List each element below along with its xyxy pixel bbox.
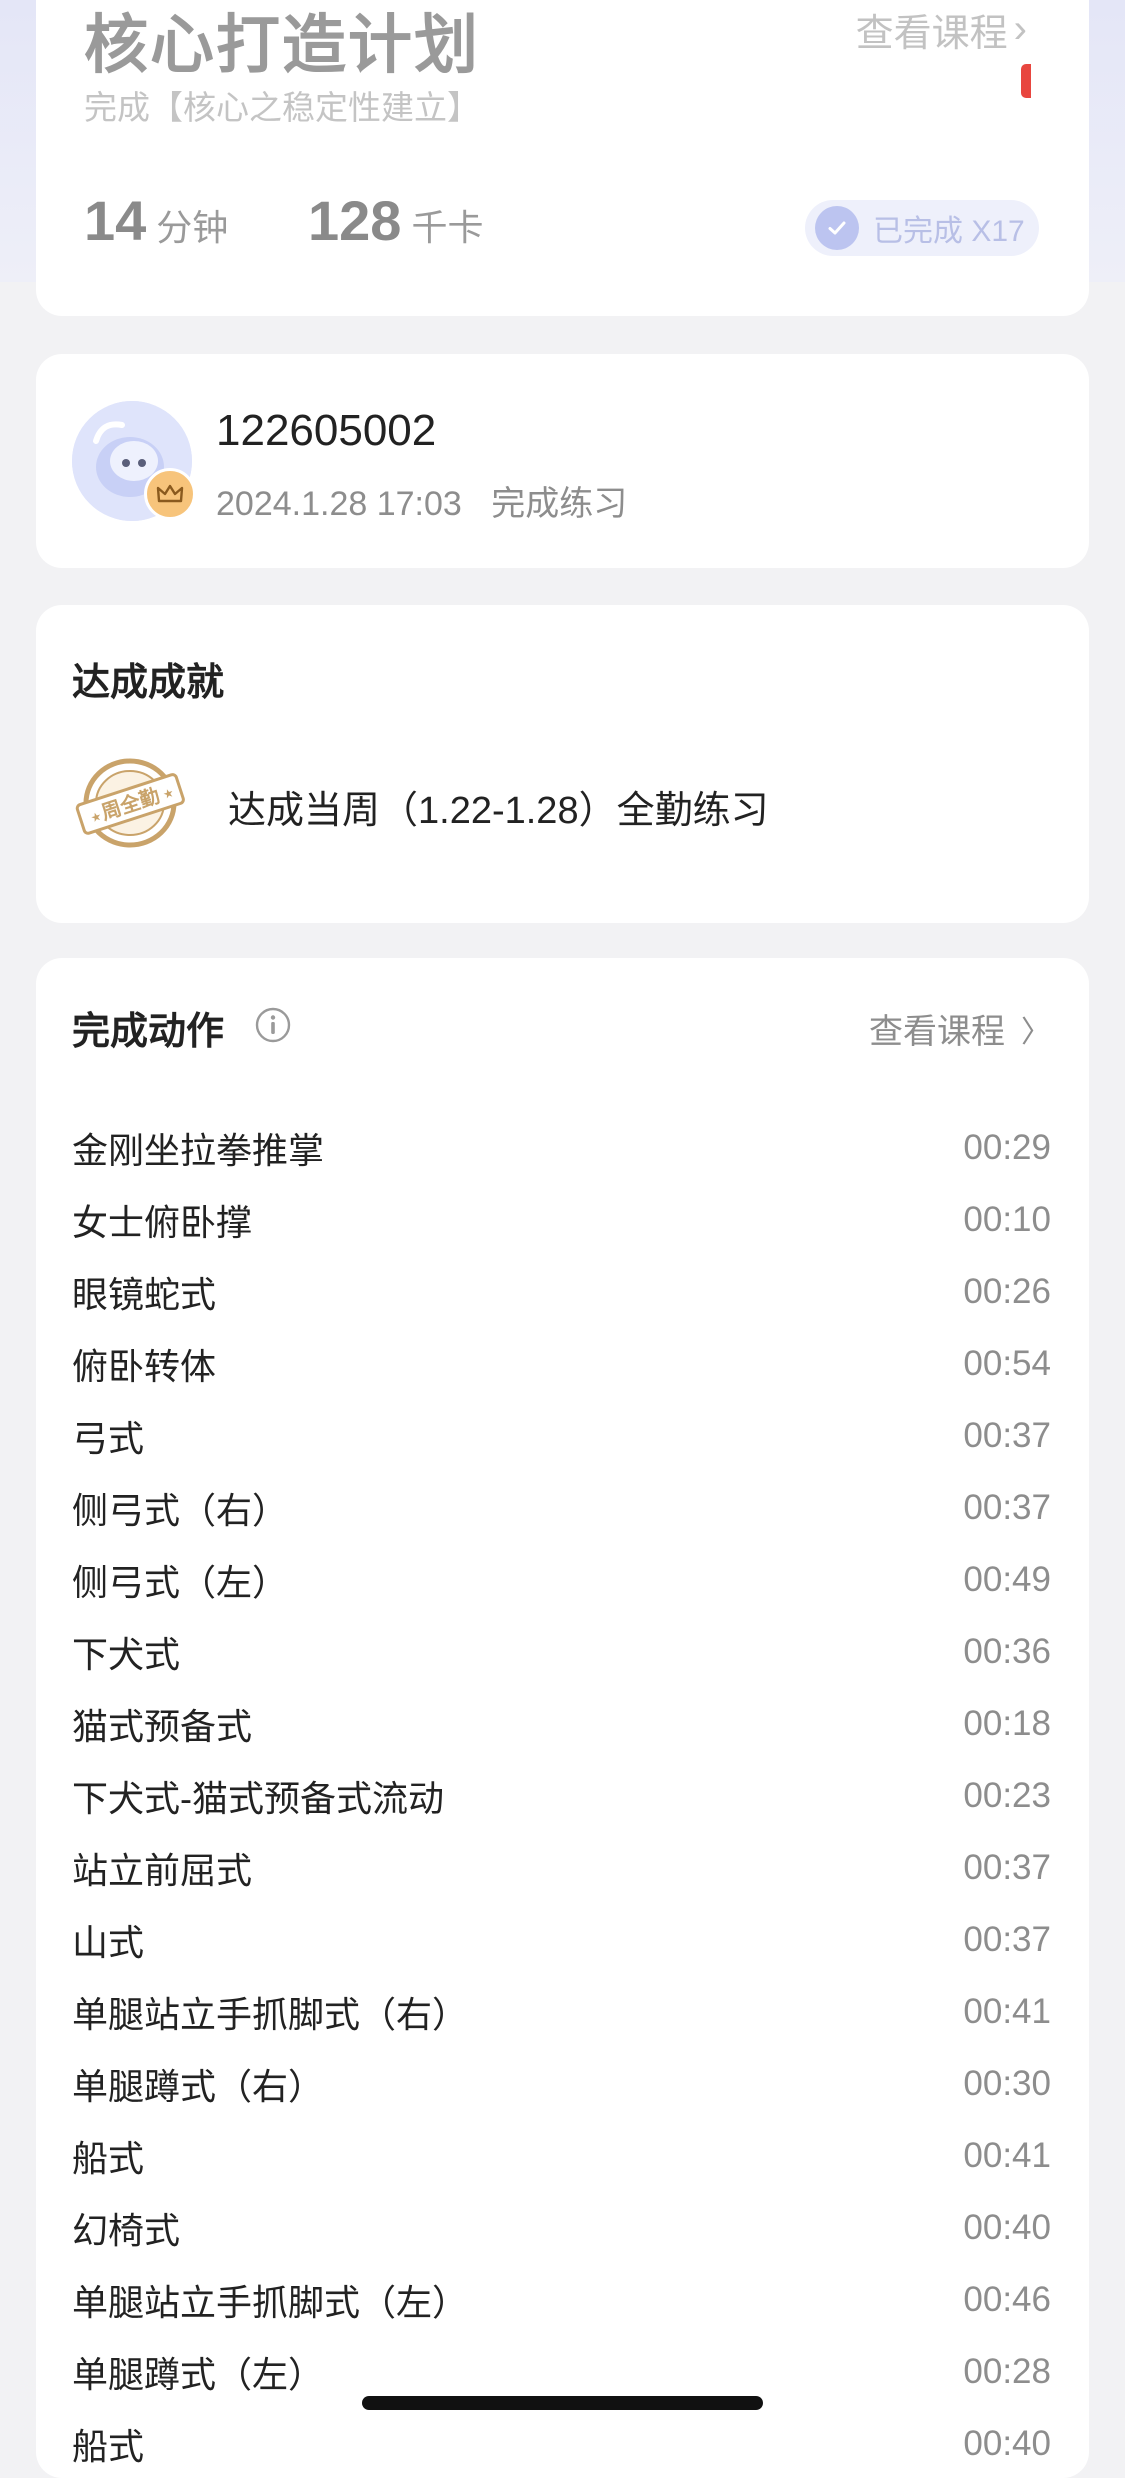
attendance-medal-icon: 周全勤 ★ ★ bbox=[72, 755, 188, 856]
action-row: 眼镜蛇式 00:26 bbox=[72, 1256, 1051, 1328]
action-row: 单腿站立手抓脚式（右） 00:41 bbox=[72, 1976, 1051, 2048]
completed-actions-card: 完成动作 查看课程 〉 金刚坐拉拳推掌 00:29 女士俯卧撑 00:10 眼镜蛇式 00… bbox=[36, 958, 1089, 2478]
action-row: 站立前屈式 00:37 bbox=[72, 1832, 1051, 1904]
chevron-right-icon: › bbox=[1013, 7, 1027, 51]
info-icon[interactable] bbox=[254, 1006, 292, 1049]
action-row: 猫式预备式 00:18 bbox=[72, 1688, 1051, 1760]
completed-badge-label: 已完成 X17 bbox=[873, 215, 1025, 248]
action-row: 金刚坐拉拳推掌 00:29 bbox=[72, 1112, 1051, 1184]
action-name: 侧弓式（右） bbox=[72, 1490, 289, 1531]
action-name: 眼镜蛇式 bbox=[72, 1274, 217, 1315]
achievement-card: 达成成就 周全勤 ★ ★ 达成当周（1.22-1.28）全勤练习 bbox=[36, 605, 1089, 923]
action-duration: 00:37 bbox=[963, 1920, 1051, 1959]
action-name: 女士俯卧撑 bbox=[72, 1202, 253, 1243]
action-name: 金刚坐拉拳推掌 bbox=[72, 1130, 325, 1171]
action-row: 山式 00:37 bbox=[72, 1904, 1051, 1976]
action-duration: 00:23 bbox=[963, 1776, 1051, 1815]
action-row: 下犬式-猫式预备式流动 00:23 bbox=[72, 1760, 1051, 1832]
action-duration: 00:46 bbox=[963, 2280, 1051, 2319]
action-duration: 00:49 bbox=[963, 1560, 1051, 1599]
action-name: 单腿站立手抓脚式（右） bbox=[72, 1994, 469, 2035]
action-row: 单腿蹲式（右） 00:30 bbox=[72, 2048, 1051, 2120]
actions-title: 完成动作 bbox=[72, 1011, 225, 1053]
completed-badge: 已完成 X17 bbox=[805, 200, 1039, 256]
action-duration: 00:10 bbox=[963, 1200, 1051, 1239]
action-name: 单腿站立手抓脚式（左） bbox=[72, 2282, 469, 2323]
action-row: 弓式 00:37 bbox=[72, 1400, 1051, 1472]
action-duration: 00:54 bbox=[963, 1344, 1051, 1383]
action-name: 下犬式-猫式预备式流动 bbox=[72, 1778, 444, 1819]
check-circle-icon bbox=[815, 206, 859, 250]
duration-stat: 14 分钟 bbox=[84, 188, 228, 253]
action-name: 猫式预备式 bbox=[72, 1706, 253, 1747]
action-row: 侧弓式（左） 00:49 bbox=[72, 1544, 1051, 1616]
action-row: 单腿站立手抓脚式（左） 00:46 bbox=[72, 2264, 1051, 2336]
action-name: 弓式 bbox=[72, 1418, 145, 1459]
calories-unit: 千卡 bbox=[411, 207, 484, 248]
action-duration: 00:37 bbox=[963, 1848, 1051, 1887]
action-name: 站立前屈式 bbox=[72, 1850, 253, 1891]
action-name: 单腿蹲式（左） bbox=[72, 2354, 325, 2395]
action-duration: 00:40 bbox=[963, 2208, 1051, 2247]
calories-value: 128 bbox=[308, 189, 402, 252]
action-row: 俯卧转体 00:54 bbox=[72, 1328, 1051, 1400]
user-id: 122605002 bbox=[216, 406, 437, 455]
action-duration: 00:37 bbox=[963, 1488, 1051, 1527]
action-duration: 00:28 bbox=[963, 2352, 1051, 2391]
achievement-title: 达成成就 bbox=[72, 662, 225, 704]
action-name: 山式 bbox=[72, 1922, 145, 1963]
action-row: 侧弓式（右） 00:37 bbox=[72, 1472, 1051, 1544]
crown-icon bbox=[144, 468, 196, 520]
action-duration: 00:37 bbox=[963, 1416, 1051, 1455]
action-duration: 00:29 bbox=[963, 1128, 1051, 1167]
plan-summary-card: 核心打造计划 查看课程 › 完成【核心之稳定性建立】 14 分钟 128 千卡 … bbox=[36, 0, 1089, 316]
action-row: 女士俯卧撑 00:10 bbox=[72, 1184, 1051, 1256]
view-course-label: 查看课程 bbox=[855, 13, 1008, 55]
practice-date: 2024.1.28 17:03 bbox=[216, 485, 462, 523]
action-name: 单腿蹲式（右） bbox=[72, 2066, 325, 2107]
action-name: 幻椅式 bbox=[72, 2210, 181, 2251]
user-meta: 2024.1.28 17:03 完成练习 bbox=[216, 476, 627, 525]
action-name: 船式 bbox=[72, 2138, 145, 2179]
action-duration: 00:30 bbox=[963, 2064, 1051, 2103]
achievement-text: 达成当周（1.22-1.28）全勤练习 bbox=[228, 790, 769, 832]
view-course-link-top[interactable]: 查看课程 › bbox=[856, 2, 1027, 57]
red-marker bbox=[1021, 64, 1031, 98]
view-course-label: 查看课程 bbox=[869, 1013, 1005, 1051]
action-row: 幻椅式 00:40 bbox=[72, 2192, 1051, 2264]
plan-title: 核心打造计划 bbox=[84, 9, 480, 81]
action-duration: 00:18 bbox=[963, 1704, 1051, 1743]
practice-status: 完成练习 bbox=[491, 485, 628, 523]
action-name: 侧弓式（左） bbox=[72, 1562, 289, 1603]
action-duration: 00:36 bbox=[963, 1632, 1051, 1671]
action-row: 船式 00:40 bbox=[72, 2408, 1051, 2478]
chevron-right-icon: 〉 bbox=[1021, 1015, 1051, 1049]
action-duration: 00:41 bbox=[963, 1992, 1051, 2031]
action-duration: 00:41 bbox=[963, 2136, 1051, 2175]
actions-list: 金刚坐拉拳推掌 00:29 女士俯卧撑 00:10 眼镜蛇式 00:26 俯卧转体 00:54… bbox=[72, 1112, 1051, 2478]
action-name: 船式 bbox=[72, 2426, 145, 2467]
view-course-link[interactable]: 查看课程 〉 bbox=[869, 1004, 1051, 1053]
home-indicator[interactable] bbox=[362, 2396, 763, 2410]
calories-stat: 128 千卡 bbox=[308, 188, 483, 253]
duration-unit: 分钟 bbox=[156, 207, 229, 248]
action-duration: 00:26 bbox=[963, 1272, 1051, 1311]
action-name: 下犬式 bbox=[72, 1634, 181, 1675]
plan-subtitle: 完成【核心之稳定性建立】 bbox=[84, 89, 480, 126]
action-row: 下犬式 00:36 bbox=[72, 1616, 1051, 1688]
duration-value: 14 bbox=[84, 189, 147, 252]
action-row: 船式 00:41 bbox=[72, 2120, 1051, 2192]
action-name: 俯卧转体 bbox=[72, 1346, 217, 1387]
action-duration: 00:40 bbox=[963, 2424, 1051, 2463]
user-card: 122605002 2024.1.28 17:03 完成练习 bbox=[36, 354, 1089, 568]
